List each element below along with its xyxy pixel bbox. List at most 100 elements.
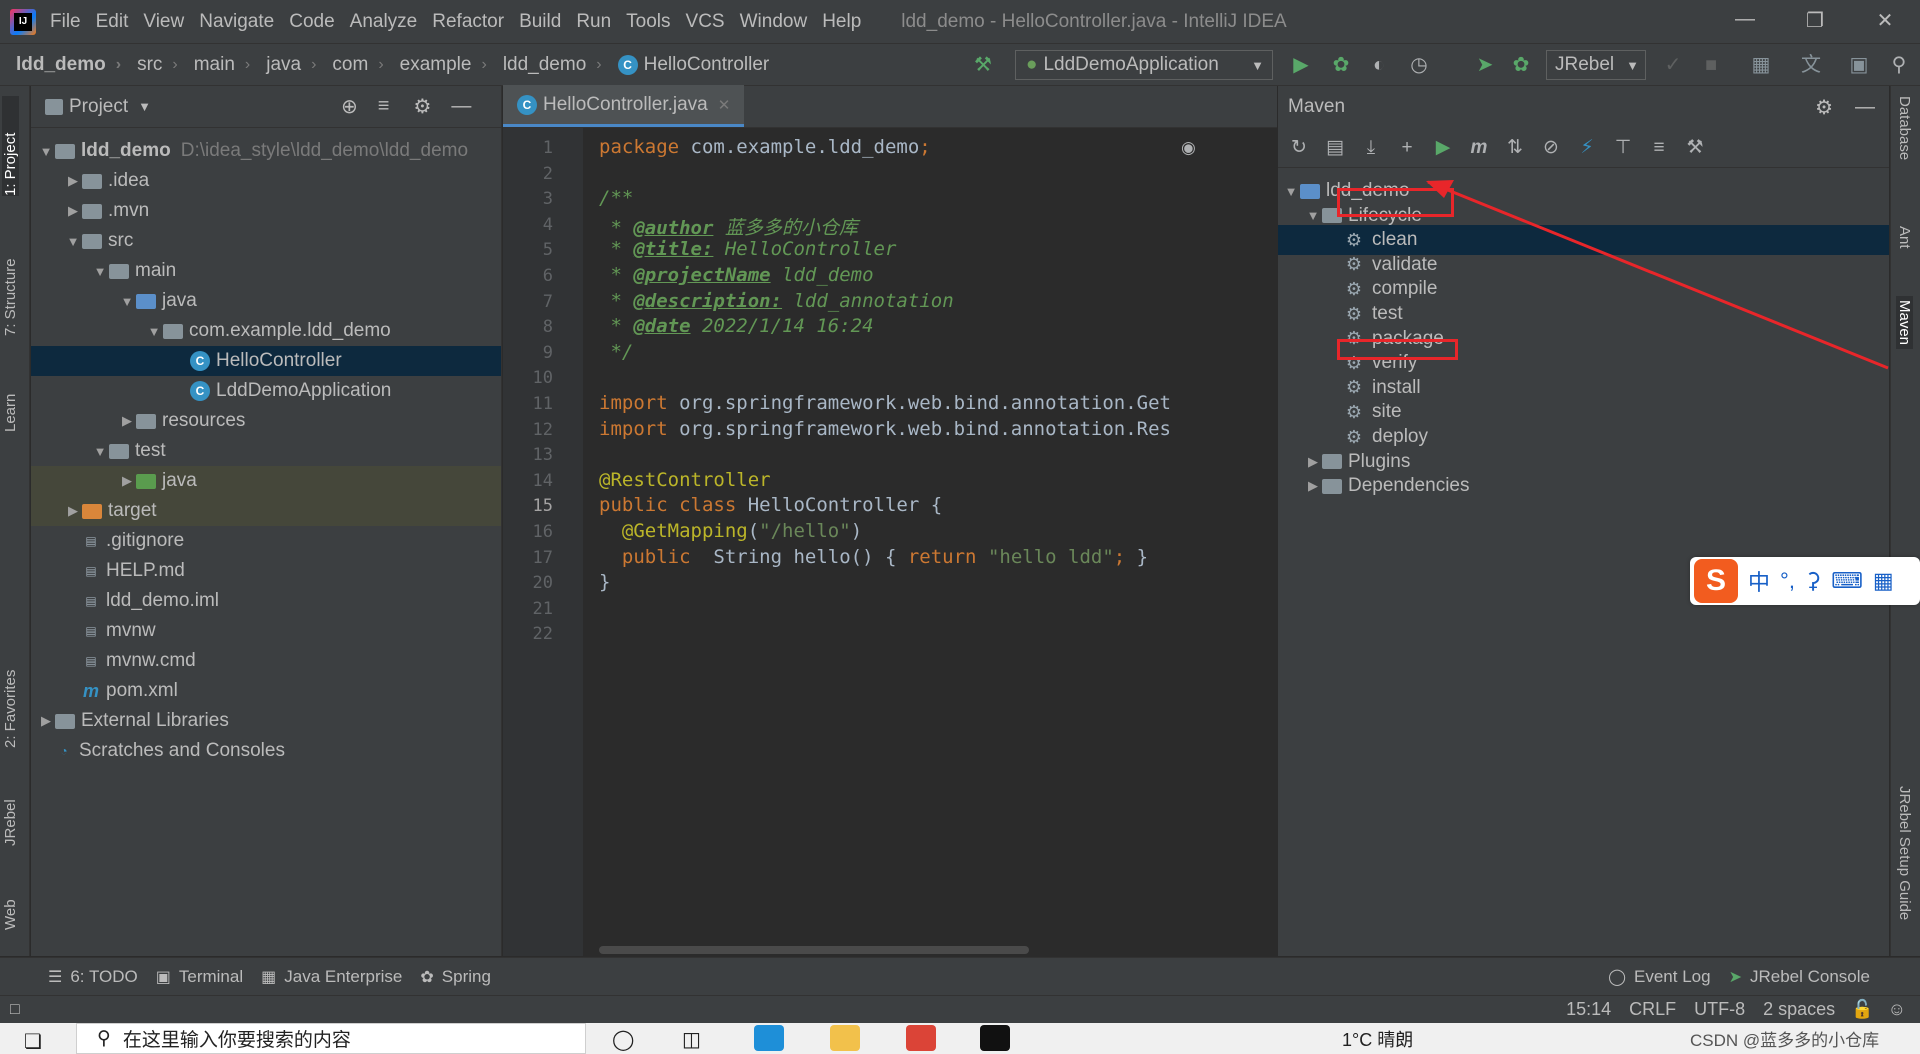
close-tab-icon[interactable]: ✕ (718, 96, 731, 114)
code-line[interactable]: import org.springframework.web.bind.anno… (599, 418, 1171, 440)
grid-icon[interactable]: ▦ (1873, 568, 1894, 594)
code-line[interactable]: } (599, 571, 610, 593)
menu-view[interactable]: View (143, 11, 184, 33)
windows-start-icon[interactable]: ❏ (24, 1029, 42, 1054)
caret-position[interactable]: 15:14 (1566, 999, 1611, 1020)
project-tree-item[interactable]: C LddDemoApplication (31, 376, 501, 406)
chevron-right-icon[interactable]: ▶ (118, 473, 136, 489)
chevron-down-icon[interactable]: ▼ (138, 99, 151, 114)
chevron-right-icon[interactable]: ▶ (1304, 478, 1322, 494)
project-tree-item[interactable]: ▤ mvnw (31, 616, 501, 646)
project-tree-item[interactable]: ▤ .gitignore (31, 526, 501, 556)
code-line[interactable]: * @title: HelloController (599, 238, 896, 260)
tab-ant[interactable]: Ant (1896, 226, 1913, 249)
restore-icon[interactable]: ❐ (1800, 8, 1830, 34)
hide-icon[interactable]: — (451, 95, 471, 118)
collapse-all-icon[interactable]: ≡ (378, 95, 390, 118)
menu-navigate[interactable]: Navigate (199, 11, 274, 33)
horizontal-scrollbar[interactable] (599, 946, 1029, 954)
vcs-update-icon[interactable]: ✓ (1662, 54, 1684, 76)
stop-icon[interactable]: ■ (1700, 54, 1722, 76)
tab-database[interactable]: Database (1896, 96, 1913, 160)
project-tree-item[interactable]: ▼ ldd_demo D:\idea_style\ldd_demo\ldd_demo (31, 136, 501, 166)
chrome-icon[interactable] (906, 1025, 936, 1051)
code-line[interactable]: */ (599, 341, 633, 363)
inspector-icon[interactable]: ☺ (1888, 999, 1906, 1020)
file-encoding[interactable]: UTF-8 (1694, 999, 1745, 1020)
project-view-select[interactable]: Project (69, 96, 128, 118)
translate-icon[interactable]: 文 (1800, 54, 1822, 76)
debug-icon[interactable]: ✿ (1330, 54, 1352, 76)
chevron-right-icon[interactable]: ▶ (64, 173, 82, 189)
project-tree-item[interactable]: ◔ Scratches and Consoles (31, 736, 501, 766)
chevron-down-icon[interactable]: ▼ (91, 264, 109, 279)
menu-help[interactable]: Help (822, 11, 861, 33)
code-line[interactable]: * @description: ldd_annotation (599, 290, 953, 312)
build-hammer-icon[interactable]: ⚒ (972, 54, 994, 76)
ime-mode-label[interactable]: 中 (1748, 565, 1770, 597)
tool-todo[interactable]: ☰ 6: TODO (48, 967, 138, 987)
menu-tools[interactable]: Tools (626, 11, 670, 33)
breadcrumb-example[interactable]: example › (384, 54, 487, 76)
project-tree-item[interactable]: ▶ .idea (31, 166, 501, 196)
breadcrumb-src[interactable]: src › (121, 54, 178, 76)
intellij-taskbar-icon[interactable] (980, 1025, 1010, 1051)
tab-learn[interactable]: Learn (2, 372, 19, 432)
project-tree-item[interactable]: ▼ main (31, 256, 501, 286)
maven-tree-item[interactable]: ▶ Dependencies (1278, 471, 1889, 501)
project-structure-icon[interactable]: ▦ (1750, 54, 1772, 76)
punctuation-icon[interactable]: °, (1780, 568, 1795, 594)
keyboard-icon[interactable]: ⌨ (1831, 568, 1863, 594)
tool-java-enterprise[interactable]: ▦ Java Enterprise (261, 967, 402, 987)
menu-build[interactable]: Build (519, 11, 561, 33)
menu-code[interactable]: Code (289, 11, 334, 33)
ime-toolbar[interactable]: S 中 °, ⚳ ⌨ ▦ (1690, 557, 1920, 605)
tool-terminal[interactable]: ▣ Terminal (156, 967, 243, 987)
tool-spring[interactable]: ✿ Spring (420, 967, 491, 987)
code-line[interactable]: import org.springframework.web.bind.anno… (599, 392, 1171, 414)
file-explorer-icon[interactable] (830, 1025, 860, 1051)
indent-setting[interactable]: 2 spaces (1763, 999, 1835, 1020)
code-line[interactable]: * @date 2022/1/14 16:24 (599, 315, 873, 337)
profile-icon[interactable]: ◷ (1408, 54, 1430, 76)
weather-label[interactable]: 1°C 晴朗 (1342, 1026, 1413, 1052)
tab-structure[interactable]: 7: Structure (2, 226, 19, 336)
jrebel-run-icon[interactable]: ➤ (1474, 54, 1496, 76)
project-tree-item[interactable]: ▶ java (31, 466, 501, 496)
chevron-down-icon[interactable]: ▼ (64, 234, 82, 249)
breadcrumb-main[interactable]: main › (178, 54, 251, 76)
project-tree-item[interactable]: ▶ resources (31, 406, 501, 436)
project-tree-item[interactable]: ▤ HELP.md (31, 556, 501, 586)
code-line[interactable]: * @projectName ldd_demo (599, 264, 873, 286)
project-tree-item[interactable]: ▼ test (31, 436, 501, 466)
breadcrumb-package[interactable]: ldd_demo › (487, 54, 602, 76)
search-icon[interactable]: ⚲ (1888, 54, 1910, 76)
minimize-icon[interactable]: — (1730, 8, 1760, 34)
tab-web[interactable]: Web (2, 880, 19, 930)
run-configuration-select[interactable]: ● LddDemoApplication ▼ (1015, 50, 1273, 80)
tab-favorites[interactable]: 2: Favorites (2, 638, 19, 748)
menu-vcs[interactable]: VCS (686, 11, 725, 33)
menu-file[interactable]: File (50, 11, 81, 33)
code-line[interactable]: /** (599, 187, 633, 209)
chevron-right-icon[interactable]: ▶ (64, 203, 82, 219)
chevron-down-icon[interactable]: ▼ (91, 444, 109, 459)
menu-refactor[interactable]: Refactor (432, 11, 504, 33)
menu-edit[interactable]: Edit (96, 11, 129, 33)
tool-jrebel-console[interactable]: ➤ JRebel Console (1729, 967, 1870, 987)
breadcrumb-com[interactable]: com › (316, 54, 383, 76)
tab-maven[interactable]: Maven (1896, 296, 1913, 350)
project-tree-item[interactable]: ▼ src (31, 226, 501, 256)
close-icon[interactable]: ✕ (1870, 8, 1900, 34)
tab-hello-controller[interactable]: C HelloController.java ✕ (503, 85, 745, 127)
line-separator[interactable]: CRLF (1629, 999, 1676, 1020)
code-line[interactable]: public String hello() { return "hello ld… (599, 546, 1148, 568)
breadcrumb-java[interactable]: java › (250, 54, 316, 76)
project-tree-item[interactable]: C HelloController (31, 346, 501, 376)
taskbar-search-box[interactable]: ⚲ 在这里输入你要搜索的内容 (76, 1023, 586, 1054)
project-tree-item[interactable]: ▤ mvnw.cmd (31, 646, 501, 676)
project-tree-item[interactable]: ▼ java (31, 286, 501, 316)
code-line[interactable]: @GetMapping("/hello") (599, 520, 862, 542)
code-line[interactable]: package com.example.ldd_demo; (599, 136, 931, 158)
tool-event-log[interactable]: ◯ Event Log (1608, 967, 1710, 987)
